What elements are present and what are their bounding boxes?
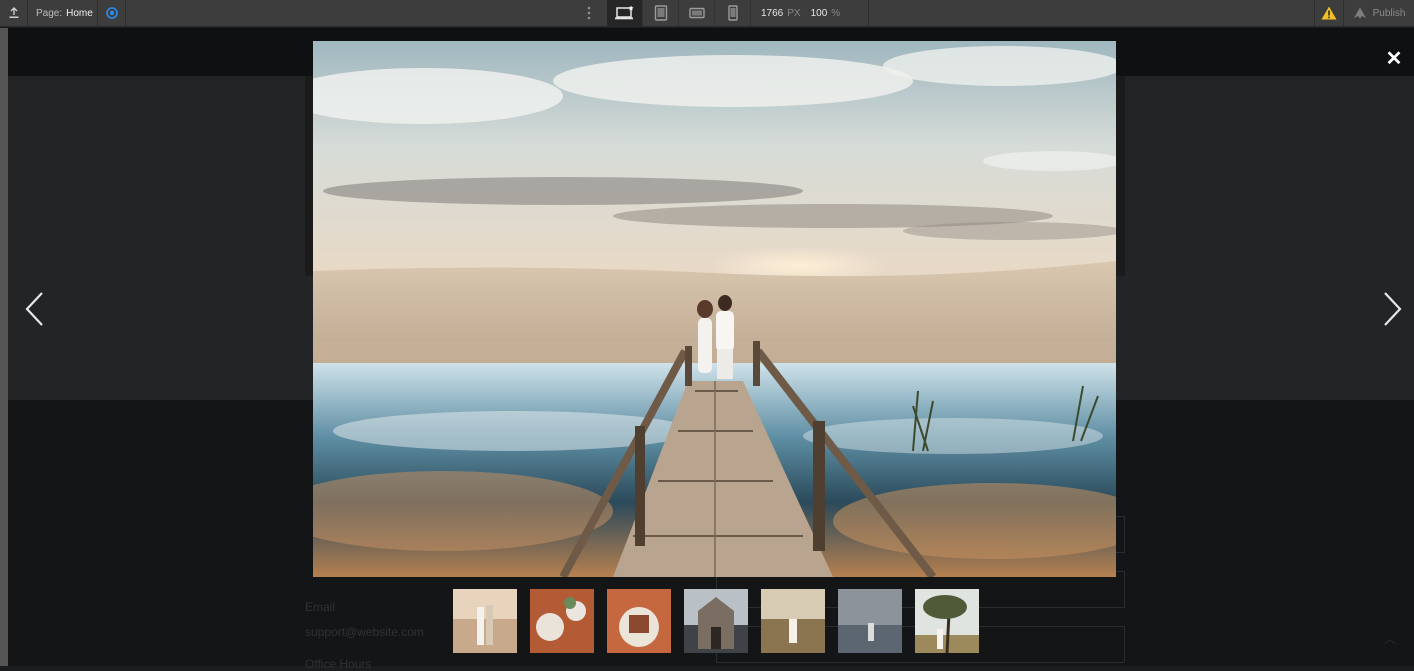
lightbox-main-image	[313, 41, 1116, 577]
canvas-width-value: 1766	[761, 7, 784, 19]
publish-button[interactable]: Publish	[1344, 0, 1414, 26]
device-mobile-button[interactable]	[715, 0, 751, 26]
device-tablet-landscape-button[interactable]	[679, 0, 715, 26]
lightbox-prev-button[interactable]	[22, 290, 46, 328]
editor-toolbar: Page: Home 1766 PX 100 % Publish	[0, 0, 1414, 27]
more-options-button[interactable]	[571, 0, 607, 26]
scroll-top-chevron-icon: ︿	[1384, 632, 1397, 646]
canvas-size-readout[interactable]: 1766 PX 100 %	[751, 0, 869, 26]
device-desktop-button[interactable]	[607, 0, 643, 26]
warnings-button[interactable]	[1314, 0, 1344, 26]
eye-icon	[105, 7, 118, 19]
vertical-dots-icon	[587, 6, 591, 20]
contact-email-value: support@website.com	[305, 625, 424, 639]
tablet-icon	[654, 5, 667, 21]
device-tablet-button[interactable]	[643, 0, 679, 26]
warning-icon	[1321, 6, 1337, 20]
lightbox-thumbnail-strip	[453, 589, 979, 653]
contact-email-label: Email	[305, 600, 336, 614]
canvas-width-unit: PX	[787, 7, 801, 19]
close-icon: ✕	[1385, 47, 1403, 70]
thumbnail-2[interactable]	[530, 589, 594, 653]
left-panel-rail	[0, 28, 8, 666]
page-selector[interactable]: Page: Home	[28, 0, 98, 26]
thumbnail-6[interactable]	[838, 589, 902, 653]
thumbnail-5[interactable]	[761, 589, 825, 653]
preview-button[interactable]	[98, 0, 126, 26]
lightbox-next-button[interactable]	[1381, 290, 1405, 328]
thumbnail-7[interactable]	[915, 589, 979, 653]
publish-rocket-icon	[1353, 7, 1366, 19]
chevron-left-icon	[25, 292, 43, 326]
chevron-right-icon	[1384, 292, 1402, 326]
tablet-landscape-icon	[688, 7, 705, 19]
zoom-value: 100	[810, 7, 828, 19]
laptop-star-icon	[614, 5, 634, 20]
lightbox-close-button[interactable]: ✕	[1384, 47, 1404, 70]
contact-office-hours-label: Office Hours	[305, 657, 372, 671]
upload-icon	[9, 7, 18, 18]
page-selector-label: Page:	[36, 7, 63, 19]
page-selector-value: Home	[66, 7, 93, 19]
export-button[interactable]	[0, 0, 28, 26]
publish-label: Publish	[1372, 7, 1406, 19]
thumbnail-1[interactable]	[453, 589, 517, 653]
thumbnail-3[interactable]	[607, 589, 671, 653]
zoom-unit: %	[831, 7, 841, 19]
phone-icon	[727, 5, 738, 21]
toolbar-spacer-right	[869, 0, 1314, 26]
thumbnail-4[interactable]	[684, 589, 748, 653]
